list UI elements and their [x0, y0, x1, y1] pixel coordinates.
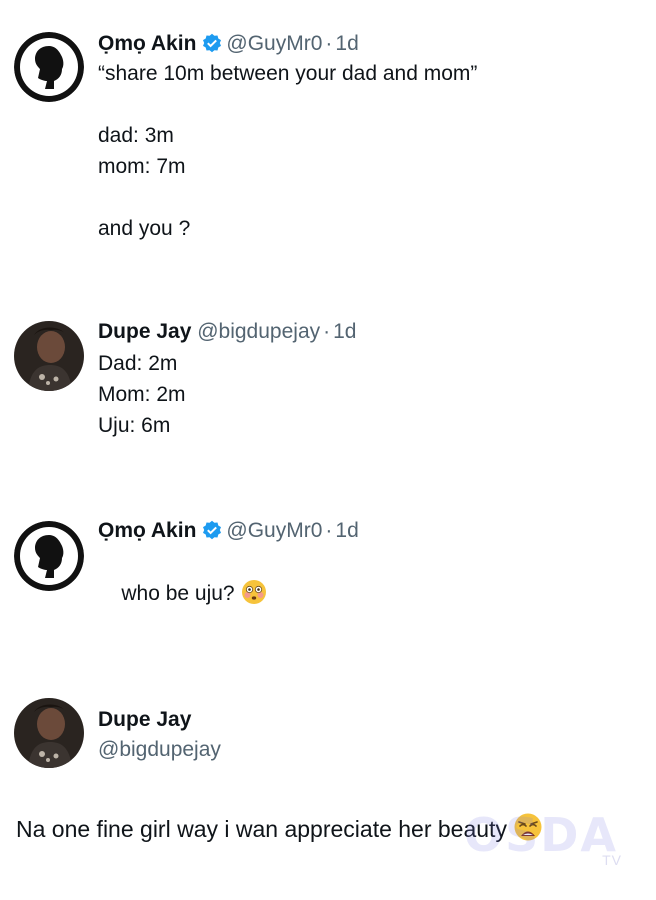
- dupe-avatar-image: [14, 698, 84, 768]
- avatar[interactable]: [14, 521, 84, 591]
- flushed-face-icon: [241, 579, 267, 614]
- tweet-text-content: Na one fine girl way i wan appreciate he…: [16, 816, 507, 842]
- verified-badge-icon: [202, 33, 222, 59]
- tweet-header: Ọmọ Akin @GuyMr0 · 1d: [98, 519, 359, 546]
- tweet-text: “share 10m between your dad and mom” dad…: [98, 62, 478, 240]
- avatar[interactable]: [14, 32, 84, 102]
- timestamp[interactable]: 1d: [335, 32, 358, 55]
- tweet-header: Dupe Jay: [98, 708, 191, 732]
- display-name[interactable]: Dupe Jay: [98, 708, 191, 731]
- watermark-logo: OSDA: [463, 808, 618, 862]
- dupe-avatar-image: [14, 321, 84, 391]
- akin-avatar-image: [14, 32, 84, 102]
- display-name[interactable]: Ọmọ Akin: [98, 519, 196, 542]
- verified-badge-icon: [202, 520, 222, 546]
- tweet-header: Dupe Jay @bigdupejay · 1d: [98, 320, 356, 344]
- watermark-subtext: TV: [602, 852, 622, 868]
- display-name[interactable]: Dupe Jay: [98, 320, 191, 343]
- tweet-text: who be uju?: [98, 547, 267, 645]
- avatar[interactable]: [14, 321, 84, 391]
- display-name[interactable]: Ọmọ Akin: [98, 32, 196, 55]
- tweet-header: Ọmọ Akin @GuyMr0 · 1d: [98, 32, 359, 59]
- user-handle[interactable]: @bigdupejay: [197, 320, 320, 343]
- tweet-text-content: who be uju?: [121, 582, 235, 605]
- user-handle[interactable]: @bigdupejay: [98, 738, 221, 762]
- user-handle[interactable]: @GuyMr0: [226, 32, 322, 55]
- separator: ·: [325, 519, 333, 542]
- avatar[interactable]: [14, 698, 84, 768]
- user-handle[interactable]: @GuyMr0: [226, 519, 322, 542]
- separator: ·: [323, 320, 331, 343]
- tweet-text: Dad: 2m Mom: 2m Uju: 6m: [98, 352, 186, 437]
- timestamp[interactable]: 1d: [333, 320, 356, 343]
- separator: ·: [325, 32, 333, 55]
- akin-avatar-image: [14, 521, 84, 591]
- timestamp[interactable]: 1d: [335, 519, 358, 542]
